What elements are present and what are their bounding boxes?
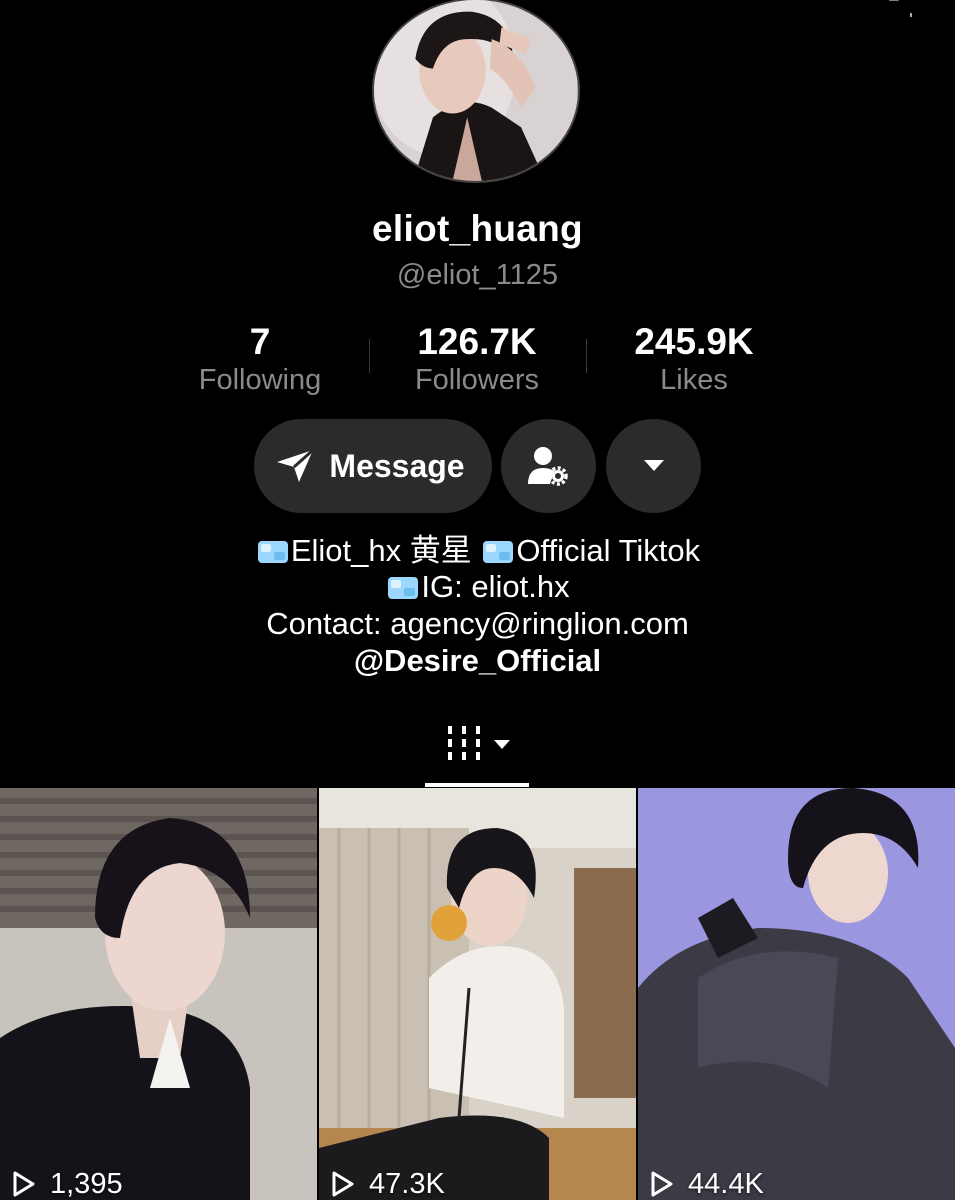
caret-down-icon — [643, 460, 664, 471]
stat-divider — [586, 339, 587, 373]
message-button-label: Message — [329, 447, 465, 484]
following-count: 7 — [249, 321, 271, 362]
ice-cube-icon — [388, 577, 419, 599]
followers-count: 126.7K — [417, 321, 537, 362]
video-thumbnail[interactable]: 44.4K — [638, 788, 955, 1200]
grid-bars-icon — [448, 726, 510, 760]
video-thumbnail[interactable]: 47.3K — [319, 788, 636, 1200]
bio-ig-text: IG: eliot.hx — [421, 569, 570, 604]
play-outline-icon — [651, 1171, 673, 1197]
view-count: 44.4K — [650, 1168, 764, 1200]
video-thumbnail[interactable]: 1,395 — [0, 788, 317, 1200]
video-thumbnail-image — [638, 788, 955, 1200]
stat-likes[interactable]: 245.9K Likes — [599, 322, 789, 398]
bio-contact: Contact: agency@ringlion.com — [266, 606, 689, 641]
view-count-text: 44.4K — [688, 1167, 764, 1200]
user-gear-icon — [527, 447, 568, 486]
send-icon — [277, 448, 315, 482]
view-count-text: 47.3K — [369, 1167, 445, 1200]
play-outline-icon — [332, 1171, 354, 1197]
view-count-text: 1,395 — [50, 1167, 123, 1200]
bio-name-text: Eliot_hx 黄星 — [290, 533, 472, 568]
likes-label: Likes — [660, 364, 728, 396]
bio-mention-link[interactable]: @Desire_Official — [0, 642, 955, 679]
view-count: 47.3K — [331, 1168, 445, 1200]
view-count: 1,395 — [12, 1168, 123, 1200]
username: @eliot_1125 — [396, 259, 559, 291]
bio-line-1: Eliot_hx 黄星 Official Tiktok — [0, 532, 955, 569]
user-settings-button[interactable] — [501, 419, 596, 513]
following-label: Following — [198, 364, 322, 396]
followers-label: Followers — [414, 364, 540, 396]
status-bar-fragment: ⁻ ˌ — [887, 0, 915, 18]
more-dropdown-button[interactable] — [606, 419, 701, 513]
profile-avatar[interactable] — [372, 0, 580, 183]
videos-tab[interactable] — [446, 726, 516, 762]
message-button[interactable]: Message — [254, 419, 492, 513]
video-thumbnail-image — [319, 788, 636, 1200]
bio-line-2: IG: eliot.hx — [0, 568, 955, 605]
video-thumbnail-image — [0, 788, 317, 1200]
ice-cube-icon — [257, 541, 288, 563]
stat-divider — [369, 339, 370, 373]
stat-following[interactable]: 7 Following — [165, 322, 355, 398]
tab-active-indicator — [425, 783, 529, 787]
avatar-image — [374, 0, 578, 181]
ice-cube-icon — [483, 541, 514, 563]
stat-followers[interactable]: 126.7K Followers — [382, 322, 572, 398]
display-name: eliot_huang — [372, 208, 583, 249]
bio-official-text: Official Tiktok — [516, 533, 701, 568]
play-outline-icon — [13, 1171, 35, 1197]
caret-down-icon — [494, 740, 510, 749]
likes-count: 245.9K — [634, 321, 754, 362]
